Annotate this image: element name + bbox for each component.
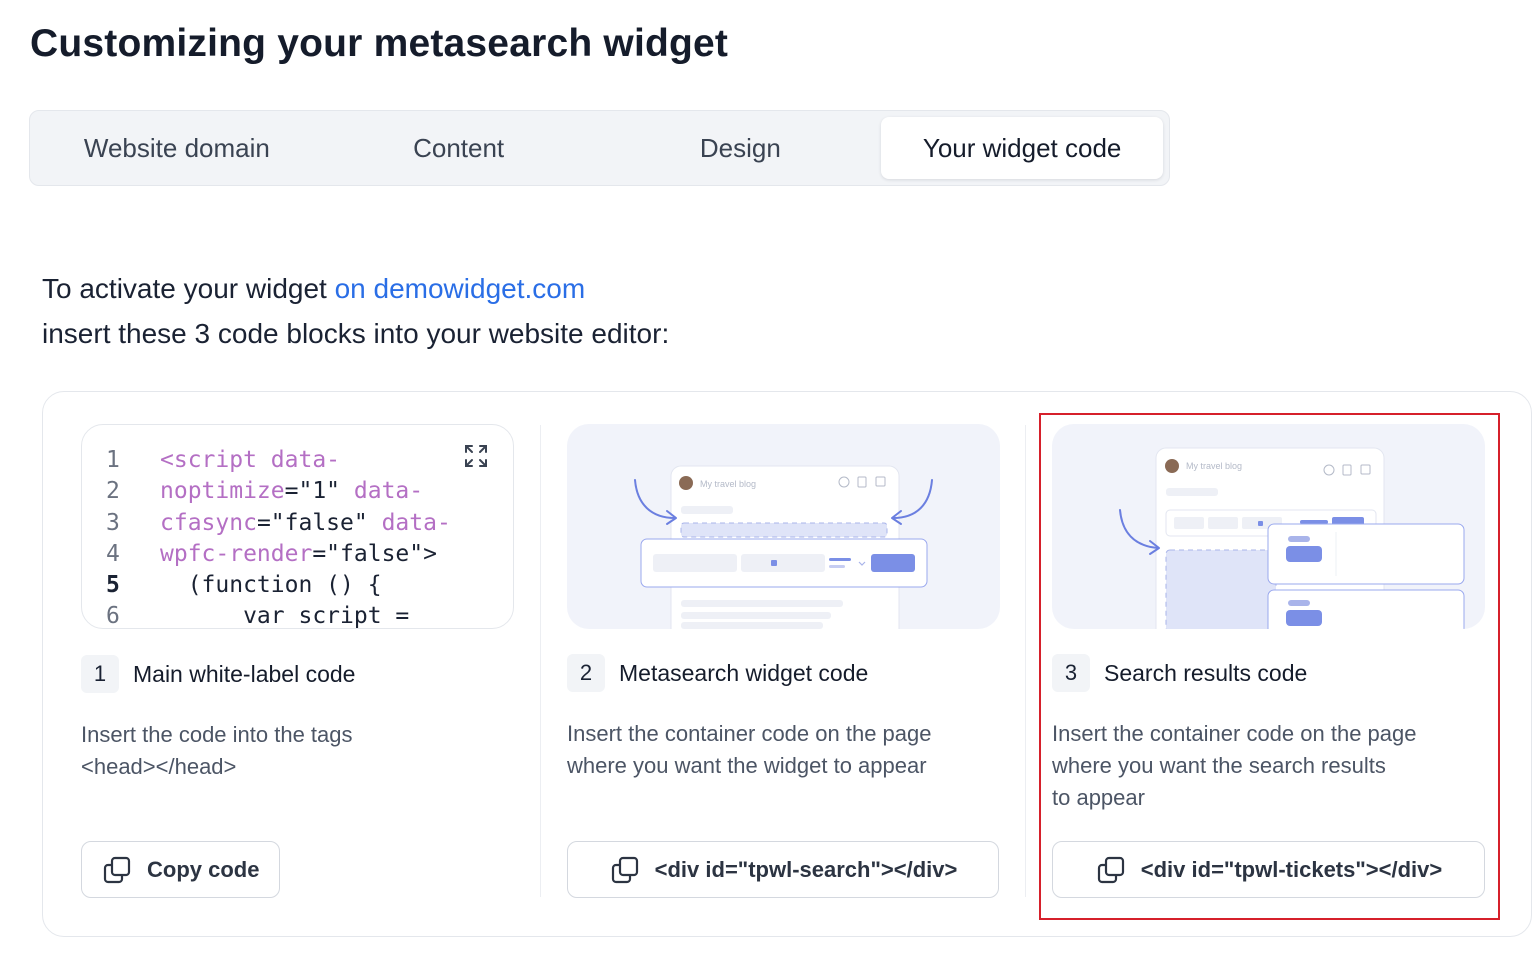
tab-content[interactable]: Content (318, 117, 600, 179)
step-1: 1 Main white-label code (81, 655, 355, 693)
code-preview[interactable]: 1 <script data- 2 noptimize ="1" data- 3 cfa… (81, 424, 514, 629)
page-title: Customizing your metasearch widget (30, 22, 729, 65)
code-token: (function () { (160, 572, 382, 599)
code-line: 6 var script = (106, 601, 451, 629)
blog-title-text: My travel blog (700, 479, 756, 489)
code-token: ="false" (256, 509, 382, 536)
code-line: 5 (function () { (106, 570, 451, 601)
column-divider (1025, 425, 1026, 897)
column-divider (540, 425, 541, 897)
step-1-description: Insert the code into the tags <head></he… (81, 719, 353, 783)
step-title: Metasearch widget code (619, 659, 869, 686)
step-2: 2 Metasearch widget code (567, 654, 868, 692)
tab-website-domain[interactable]: Website domain (36, 117, 318, 179)
intro-line-2: insert these 3 code blocks into your web… (42, 318, 670, 349)
line-number: 3 (106, 509, 120, 536)
avatar-icon (679, 476, 693, 490)
button-label: Copy code (147, 856, 260, 882)
description-line: <head></head> (81, 754, 237, 779)
line-number: 2 (106, 478, 120, 505)
code-token: var script = (160, 603, 410, 629)
code-lines: 1 <script data- 2 noptimize ="1" data- 3 cfa… (106, 445, 451, 629)
line-number: 1 (106, 447, 120, 473)
copy-icon (611, 856, 638, 883)
step-number: 2 (567, 654, 605, 692)
intro-line-1: To activate your widget on demowidget.co… (42, 266, 669, 311)
intro-text: To activate your widget on demowidget.co… (42, 266, 669, 356)
code-token: cfasync (160, 509, 257, 536)
code-line: 1 <script data- (106, 445, 451, 476)
code-line: 2 noptimize ="1" data- (106, 476, 451, 507)
code-token: ="1" (284, 478, 354, 505)
code-token: data- (381, 509, 451, 536)
copy-icon (103, 856, 131, 883)
line-number: 6 (106, 603, 120, 629)
expand-icon[interactable] (463, 443, 489, 469)
description-line: Insert the container code on the page (567, 721, 932, 746)
code-token: ="false"> (312, 540, 437, 567)
tab-bar: Website domain Content Design Your widge… (29, 110, 1170, 186)
step-title: Main white-label code (133, 660, 356, 687)
button-label: <div id="tpwl-search"></div> (654, 856, 958, 882)
code-token: <script data- (160, 447, 341, 473)
step-2-description: Insert the container code on the page wh… (567, 718, 931, 782)
code-token: noptimize (160, 478, 285, 505)
code-token: data- (353, 478, 424, 505)
highlight-box (1039, 413, 1500, 920)
code-line: 3 cfasync ="false" data- (106, 508, 451, 539)
tab-design[interactable]: Design (600, 117, 882, 179)
line-number: 4 (106, 540, 120, 567)
line-number: 5 (106, 572, 120, 599)
description-line: where you want the widget to appear (567, 753, 927, 778)
copy-search-container-button[interactable]: <div id="tpwl-search"></div> (567, 841, 999, 898)
domain-link[interactable]: on demowidget.com (335, 273, 586, 304)
copy-code-button[interactable]: Copy code (81, 841, 280, 898)
widget-illustration-svg: My travel blog (634, 465, 933, 629)
tab-your-widget-code[interactable]: Your widget code (881, 117, 1163, 179)
intro-prefix: To activate your widget (42, 273, 335, 304)
code-token: wpfc-render (160, 540, 313, 567)
description-line: Insert the code into the tags (81, 722, 353, 747)
widget-illustration: My travel blog (567, 424, 1000, 629)
code-line: 4 wpfc-render ="false"> (106, 539, 451, 570)
step-number: 1 (81, 655, 119, 693)
